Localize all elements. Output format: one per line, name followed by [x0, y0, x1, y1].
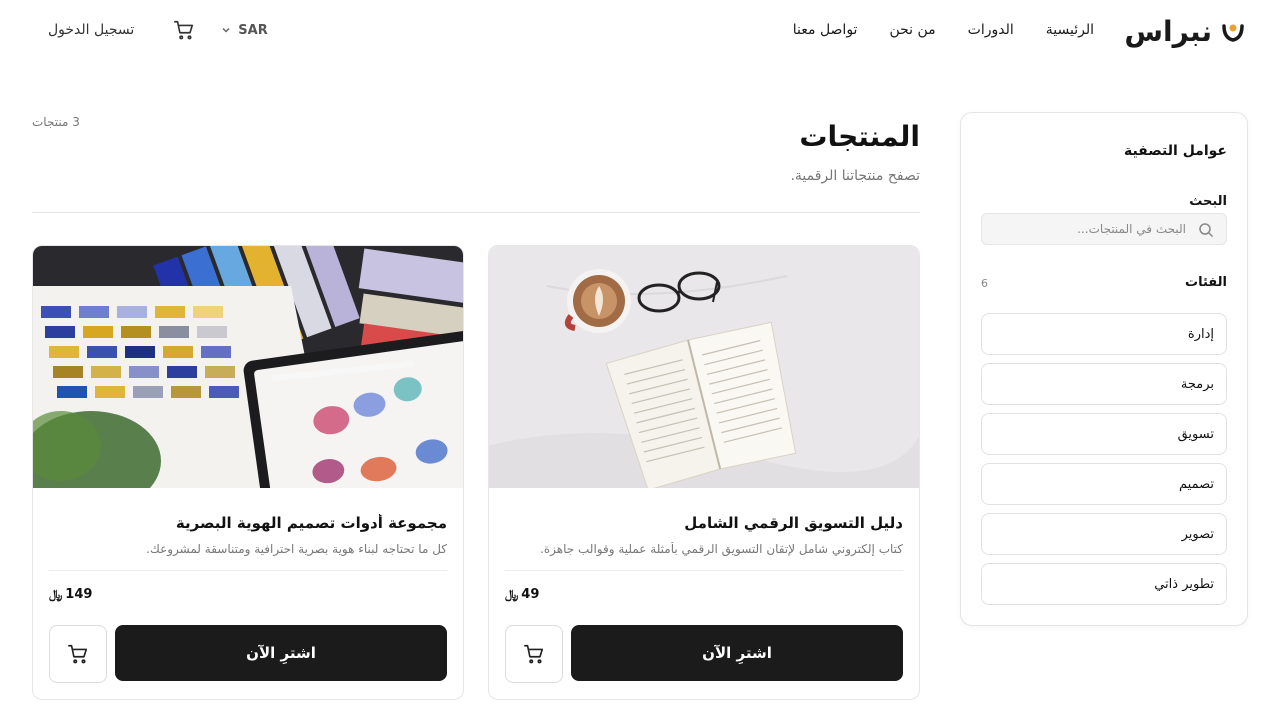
brand-logo[interactable]: نبراس [1124, 13, 1248, 49]
divider [32, 212, 920, 213]
riyal-icon: ﷼ [49, 587, 63, 601]
category-self-development[interactable]: تطوير ذاتي [981, 563, 1227, 605]
product-price: ﷼ 49 [505, 587, 903, 602]
categories-count: 6 [981, 277, 988, 290]
categories-label: الفئات [1185, 275, 1227, 290]
search-input[interactable] [1006, 222, 1186, 236]
product-description: كتاب إلكتروني شامل لإتقان التسويق الرقمي… [540, 542, 903, 556]
search-box[interactable] [981, 213, 1227, 245]
product-card[interactable]: دليل التسويق الرقمي الشامل كتاب إلكتروني… [488, 245, 920, 700]
category-photography[interactable]: تصوير [981, 513, 1227, 555]
cart-icon [174, 20, 194, 40]
product-price: ﷼ 149 [49, 587, 447, 602]
nav-courses[interactable]: الدورات [968, 22, 1014, 38]
product-description: كل ما تحتاجه لبناء هوية بصرية احترافية و… [146, 542, 447, 556]
category-marketing[interactable]: تسويق [981, 413, 1227, 455]
chevron-down-icon [222, 27, 230, 33]
category-design[interactable]: تصميم [981, 463, 1227, 505]
category-management[interactable]: إدارة [981, 313, 1227, 355]
cart-icon [68, 644, 88, 664]
search-label: البحث [1189, 194, 1227, 209]
buy-now-button[interactable]: اشترِ الآن [571, 625, 903, 681]
product-grid: دليل التسويق الرقمي الشامل كتاب إلكتروني… [32, 245, 920, 700]
filters-title: عوامل التصفية [1123, 143, 1227, 159]
currency-label: SAR [238, 22, 268, 38]
product-image-swatches[interactable] [33, 246, 463, 488]
product-title[interactable]: دليل التسويق الرقمي الشامل [505, 514, 903, 532]
brand-mark-icon [1218, 16, 1248, 46]
product-count: 3 منتجات [32, 115, 80, 129]
nav-contact[interactable]: تواصل معنا [793, 22, 858, 38]
nav-about[interactable]: من نحن [889, 22, 935, 38]
price-value: 49 [521, 587, 540, 602]
product-image-book[interactable] [489, 246, 919, 488]
currency-selector[interactable]: SAR [220, 22, 268, 38]
nav-home[interactable]: الرئيسية [1046, 22, 1094, 38]
product-card[interactable]: مجموعة أدوات تصميم الهوية البصرية كل ما … [32, 245, 464, 700]
category-programming[interactable]: برمجة [981, 363, 1227, 405]
cart-button[interactable] [172, 18, 196, 42]
buy-now-button[interactable]: اشترِ الآن [115, 625, 447, 681]
riyal-icon: ﷼ [505, 587, 519, 601]
card-divider [49, 570, 447, 571]
card-actions: اشترِ الآن [505, 625, 903, 683]
page-title: المنتجات [799, 120, 920, 153]
login-link[interactable]: تسجيل الدخول [48, 22, 134, 38]
price-value: 149 [65, 587, 93, 602]
add-to-cart-button[interactable] [49, 625, 107, 683]
cart-icon [524, 644, 544, 664]
search-icon [1198, 222, 1214, 238]
main-nav: الرئيسية الدورات من نحن تواصل معنا [793, 22, 1094, 38]
card-divider [505, 570, 903, 571]
add-to-cart-button[interactable] [505, 625, 563, 683]
page-subtitle: تصفح منتجاتنا الرقمية. [790, 168, 920, 184]
product-title[interactable]: مجموعة أدوات تصميم الهوية البصرية [49, 514, 447, 532]
header-actions: تسجيل الدخول SAR [48, 18, 268, 42]
categories-list: إدارة برمجة تسويق تصميم تصوير تطوير ذاتي [981, 313, 1227, 605]
site-header: نبراس الرئيسية الدورات من نحن تواصل معنا… [0, 0, 1280, 66]
card-actions: اشترِ الآن [49, 625, 447, 683]
filters-sidebar: عوامل التصفية البحث الفئات 6 إدارة برمجة… [960, 112, 1248, 626]
brand-name: نبراس [1124, 14, 1212, 48]
